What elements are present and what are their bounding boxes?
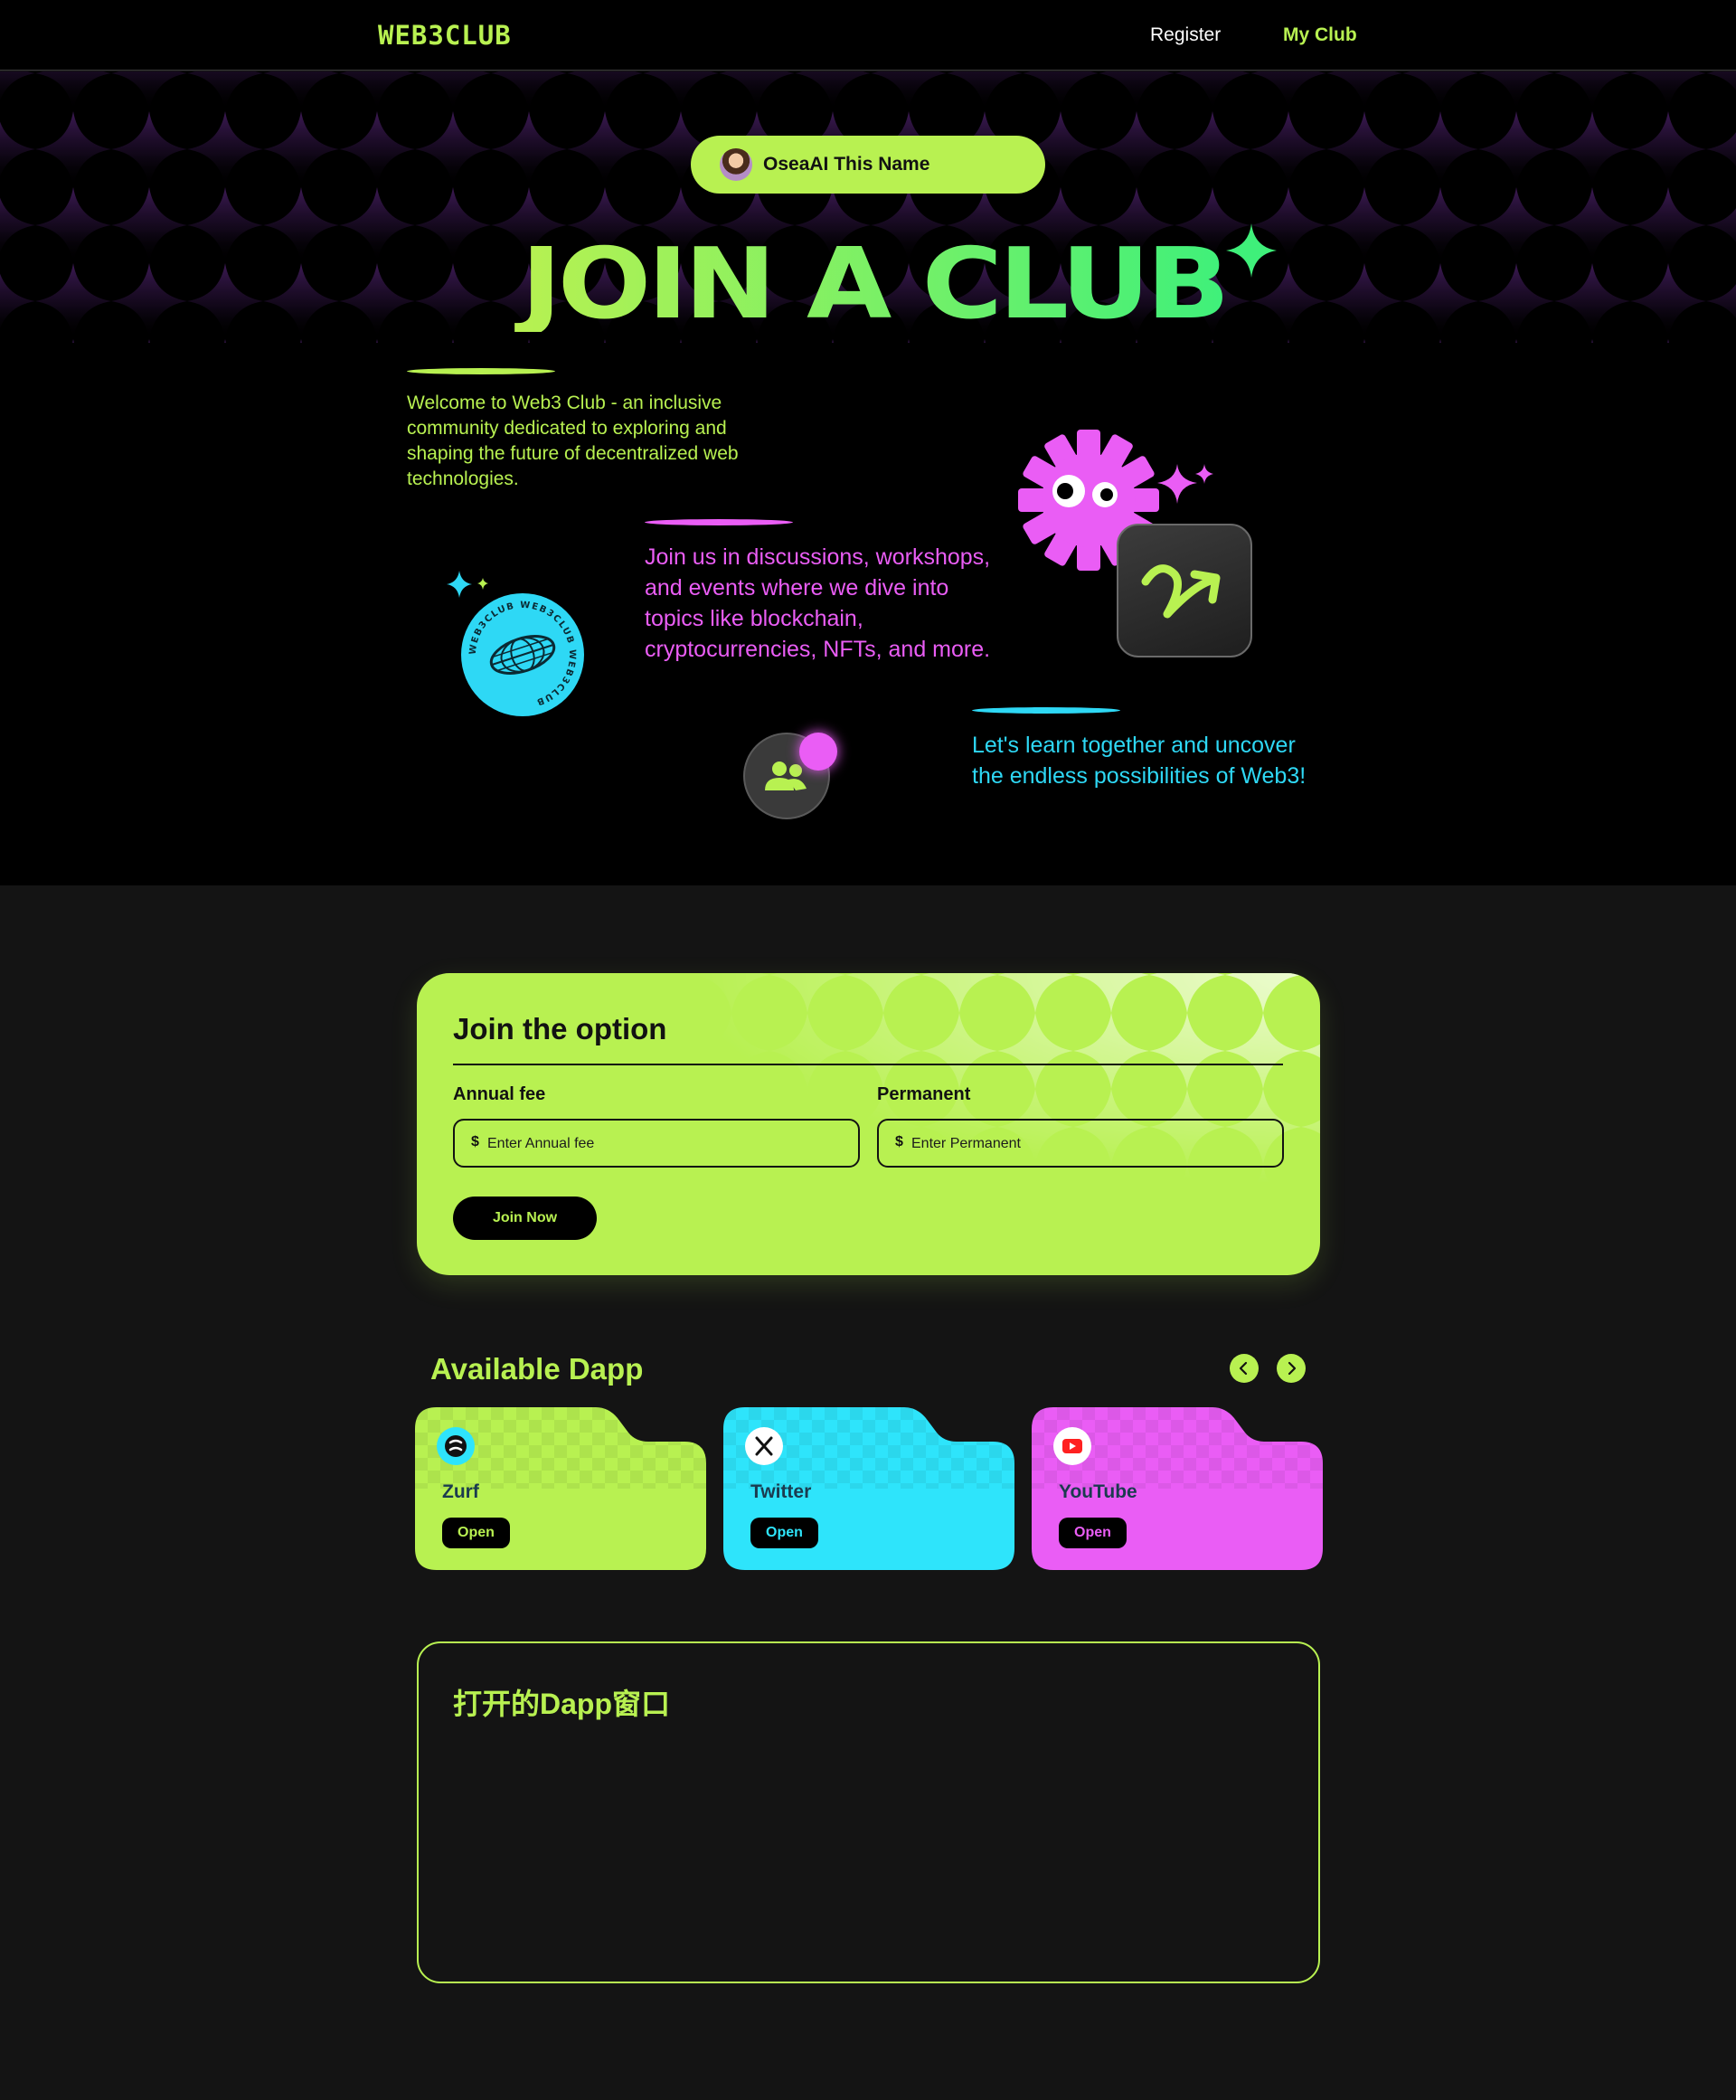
dollar-icon: $ bbox=[895, 1134, 903, 1149]
open-button[interactable]: Open bbox=[1059, 1518, 1127, 1548]
dapp-name: Zurf bbox=[442, 1481, 479, 1502]
hero-title: JOIN A CLUB bbox=[514, 232, 1230, 332]
web3club-badge: WEB3CLUB WEB3CLUB WEB3CLUB bbox=[461, 593, 584, 716]
pink-accent-bar bbox=[645, 519, 793, 525]
nav-link-my-club[interactable]: My Club bbox=[1283, 24, 1357, 46]
next-button[interactable] bbox=[1277, 1354, 1306, 1383]
cyan-accent-bar bbox=[972, 707, 1120, 714]
avatar bbox=[720, 148, 752, 181]
chevron-left-icon bbox=[1239, 1361, 1248, 1376]
hero-section: OseaAI This Name JOIN A CLUB Welcome to … bbox=[0, 71, 1736, 885]
zurf-icon bbox=[437, 1427, 475, 1465]
dollar-icon: $ bbox=[471, 1134, 479, 1149]
curly-arrow-icon bbox=[1141, 564, 1221, 619]
join-title: Join the option bbox=[453, 1012, 667, 1045]
permanent-label: Permanent bbox=[877, 1084, 971, 1104]
sparkle-icon bbox=[1226, 223, 1277, 278]
annual-fee-label: Annual fee bbox=[453, 1084, 546, 1104]
svg-text:JOIN A CLUB: JOIN A CLUB bbox=[514, 232, 1226, 332]
dapp-window: 打开的Dapp窗口 bbox=[417, 1641, 1320, 1983]
available-dapp-title: Available Dapp bbox=[430, 1352, 644, 1386]
open-button[interactable]: Open bbox=[750, 1518, 818, 1548]
learn-text: Let's learn together and uncover the end… bbox=[972, 733, 1307, 789]
learn-paragraph: Let's learn together and uncover the end… bbox=[972, 707, 1316, 791]
nav-link-register[interactable]: Register bbox=[1150, 24, 1221, 46]
user-name-pill[interactable]: OseaAI This Name bbox=[691, 136, 1045, 194]
join-option-card: Join the option Annual fee $ Permanent $… bbox=[417, 973, 1320, 1275]
permanent-field[interactable]: $ bbox=[877, 1119, 1284, 1168]
prev-button[interactable] bbox=[1230, 1354, 1259, 1383]
top-nav: WEB3CLUB Register My Club bbox=[0, 0, 1736, 71]
join-paragraph: Join us in discussions, workshops, and e… bbox=[645, 519, 1006, 665]
web3club-ribbons: WEB3CLUB WEB3CLUB WEB3CLUB WEB3CLUB WEB3CLUB… bbox=[0, 867, 1303, 885]
dapp-name: YouTube bbox=[1059, 1481, 1137, 1502]
small-pink-sparkle-icon bbox=[1195, 464, 1213, 484]
dapp-card-zurf[interactable]: Zurf Open bbox=[415, 1407, 706, 1570]
tiny-lime-sparkle-icon bbox=[477, 578, 488, 590]
pink-sparkle-icon bbox=[1157, 464, 1197, 504]
lime-accent-bar bbox=[407, 368, 555, 374]
youtube-icon bbox=[1053, 1427, 1091, 1465]
user-name: OseaAI This Name bbox=[763, 154, 930, 175]
join-text: Join us in discussions, workshops, and e… bbox=[645, 544, 991, 662]
dapp-card-youtube[interactable]: YouTube Open bbox=[1032, 1407, 1323, 1570]
divider bbox=[453, 1064, 1283, 1065]
hero-background-pattern bbox=[0, 71, 1736, 343]
annual-fee-field[interactable]: $ bbox=[453, 1119, 860, 1168]
svg-text:WEB3CLUBWEB3CLUBWEB3CLUBWEB3CL: WEB3CLUB WEB3CLUB WEB3CLUB WEB3CLUB WEB3CLUB… bbox=[0, 867, 1297, 885]
x-logo-icon bbox=[745, 1427, 783, 1465]
dapp-window-title: 打开的Dapp窗口 bbox=[453, 1688, 671, 1720]
logo[interactable]: WEB3CLUB bbox=[378, 20, 512, 51]
notification-dot bbox=[799, 733, 837, 771]
chevron-right-icon bbox=[1288, 1361, 1297, 1376]
arrow-tile bbox=[1117, 524, 1252, 657]
dapp-name: Twitter bbox=[750, 1481, 812, 1502]
annual-fee-input[interactable] bbox=[487, 1132, 840, 1156]
permanent-input[interactable] bbox=[911, 1132, 1264, 1156]
intro-text: Welcome to Web3 Club - an inclusive comm… bbox=[407, 393, 739, 489]
intro-paragraph: Welcome to Web3 Club - an inclusive comm… bbox=[407, 368, 787, 492]
join-now-button[interactable]: Join Now bbox=[453, 1197, 597, 1240]
open-button[interactable]: Open bbox=[442, 1518, 510, 1548]
dapp-card-twitter[interactable]: Twitter Open bbox=[723, 1407, 1014, 1570]
svg-text:WEB3CLUBWEB3CLUBWEB3CLUBWEB3CL: WEB3CLUB WEB3CLUB WEB3CLUB WEB3CLUB WEB3CLUB… bbox=[0, 867, 1303, 885]
